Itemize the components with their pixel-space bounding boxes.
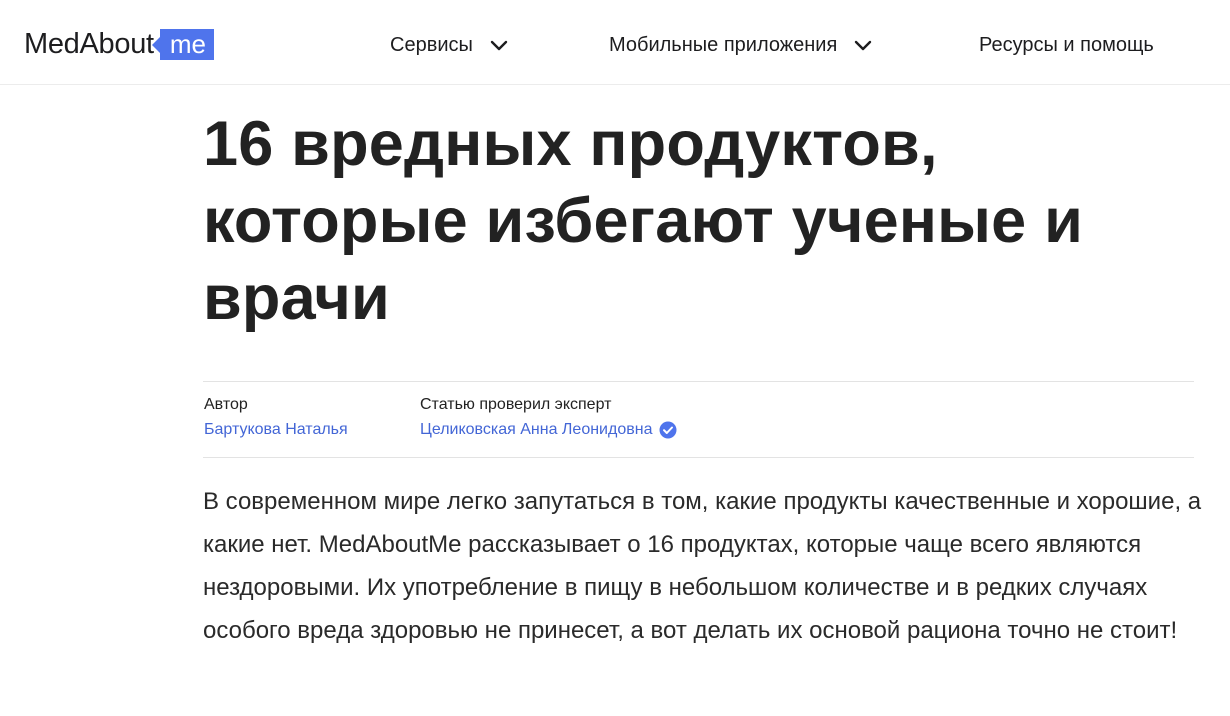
expert-link[interactable]: Целиковская Анна Леонидовна [420, 420, 677, 440]
logo-text: MedAbout [24, 28, 154, 60]
expert-block: Статью проверил эксперт Целиковская Анна… [420, 395, 677, 440]
nav-item-label: Мобильные приложения [609, 33, 838, 56]
verified-check-icon [659, 421, 677, 439]
author-name: Бартукова Наталья [204, 421, 348, 438]
nav-item-services[interactable]: Сервисы [390, 30, 509, 60]
site-header: MedAbout me Сервисы Мобильные приложения… [0, 0, 1230, 85]
expert-label: Статью проверил эксперт [420, 396, 612, 413]
chevron-down-icon [489, 38, 509, 52]
nav-item-mobile-apps[interactable]: Мобильные приложения [609, 30, 873, 60]
nav-item-resources[interactable]: Ресурсы и помощь [979, 30, 1154, 60]
chevron-down-icon [853, 38, 873, 52]
author-block: Автор Бартукова Наталья [204, 395, 348, 440]
article-meta: Автор Бартукова Наталья Статью проверил … [203, 381, 1194, 458]
author-link[interactable]: Бартукова Наталья [204, 420, 348, 440]
nav-item-label: Ресурсы и помощь [979, 33, 1154, 56]
logo-badge: me [151, 28, 214, 60]
nav-item-label: Сервисы [390, 33, 473, 56]
site-logo[interactable]: MedAbout me [24, 27, 214, 61]
author-label: Автор [204, 396, 248, 413]
article-title: 16 вредных продуктов, которые избегают у… [203, 109, 1084, 333]
article-lead: В современном мире легко запутаться в то… [203, 488, 1202, 644]
expert-name: Целиковская Анна Леонидовна [420, 421, 653, 438]
